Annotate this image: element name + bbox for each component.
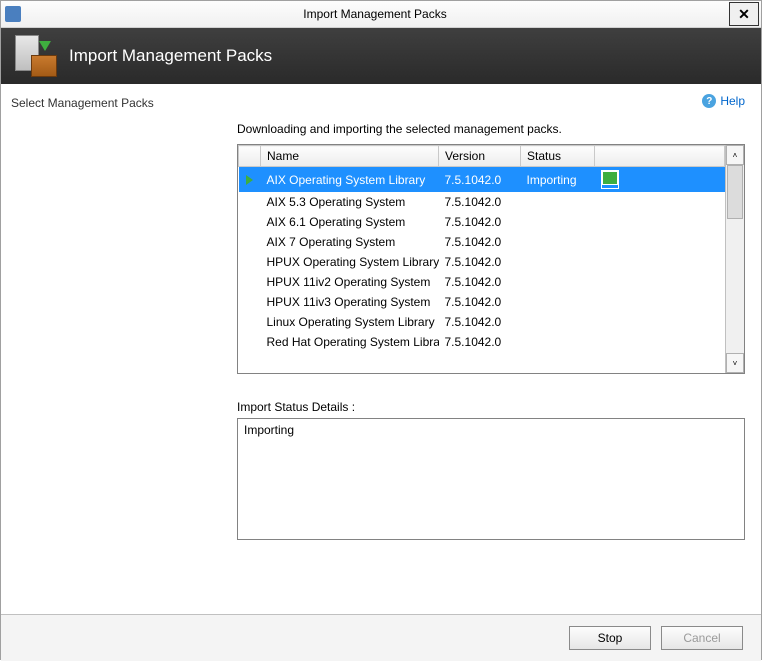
cell-progress <box>595 332 725 352</box>
row-status-icon <box>239 272 261 292</box>
cell-version: 7.5.1042.0 <box>439 292 521 312</box>
close-button[interactable]: ✕ <box>729 2 759 26</box>
table-row[interactable]: AIX 7 Operating System7.5.1042.0 <box>239 232 725 252</box>
header-title: Import Management Packs <box>69 46 272 66</box>
main-panel: ? Help Downloading and importing the sel… <box>231 84 761 614</box>
cell-status <box>521 192 595 212</box>
header-band: Import Management Packs <box>1 28 761 84</box>
cell-version: 7.5.1042.0 <box>439 332 521 352</box>
cell-name: AIX Operating System Library <box>261 167 439 193</box>
cell-status <box>521 232 595 252</box>
col-header-name[interactable]: Name <box>261 146 439 167</box>
cell-name: HPUX 11iv3 Operating System <box>261 292 439 312</box>
cell-name: AIX 7 Operating System <box>261 232 439 252</box>
table-row[interactable]: AIX 5.3 Operating System7.5.1042.0 <box>239 192 725 212</box>
dialog-window: Import Management Packs ✕ Import Managem… <box>0 0 762 660</box>
cell-progress <box>595 292 725 312</box>
dialog-footer: Stop Cancel <box>1 614 761 661</box>
cell-name: Linux Operating System Library <box>261 312 439 332</box>
help-label: Help <box>720 94 745 108</box>
cell-version: 7.5.1042.0 <box>439 252 521 272</box>
cell-progress <box>595 232 725 252</box>
play-icon <box>246 175 253 185</box>
table-header-row: Name Version Status <box>239 146 725 167</box>
sidebar-item-select-packs[interactable]: Select Management Packs <box>11 96 221 110</box>
cell-progress <box>595 192 725 212</box>
scroll-thumb[interactable] <box>727 165 743 219</box>
details-text: Importing <box>244 423 294 437</box>
cell-name: HPUX 11iv2 Operating System <box>261 272 439 292</box>
col-header-version[interactable]: Version <box>439 146 521 167</box>
cell-progress <box>595 167 725 193</box>
scroll-track[interactable] <box>726 165 744 353</box>
cell-status <box>521 212 595 232</box>
col-header-icon[interactable] <box>239 146 261 167</box>
cell-progress <box>595 252 725 272</box>
cell-progress <box>595 312 725 332</box>
close-icon: ✕ <box>738 6 750 23</box>
col-header-progress[interactable] <box>595 146 725 167</box>
cell-progress <box>595 212 725 232</box>
cell-name: HPUX Operating System Library <box>261 252 439 272</box>
cancel-button[interactable]: Cancel <box>661 626 743 650</box>
cell-name: AIX 5.3 Operating System <box>261 192 439 212</box>
titlebar: Import Management Packs ✕ <box>1 1 761 28</box>
stop-button[interactable]: Stop <box>569 626 651 650</box>
header-icon <box>15 35 57 77</box>
cell-status <box>521 292 595 312</box>
table-row[interactable]: HPUX 11iv3 Operating System7.5.1042.0 <box>239 292 725 312</box>
table-row[interactable]: AIX Operating System Library7.5.1042.0Im… <box>239 167 725 193</box>
row-status-icon <box>239 212 261 232</box>
content-area: Select Management Packs ? Help Downloadi… <box>1 84 761 614</box>
row-status-icon <box>239 232 261 252</box>
cell-version: 7.5.1042.0 <box>439 272 521 292</box>
progress-bar <box>601 170 619 189</box>
packs-table-container: Name Version Status AIX Operating System… <box>237 144 745 374</box>
cell-status <box>521 332 595 352</box>
cell-version: 7.5.1042.0 <box>439 212 521 232</box>
wizard-sidebar: Select Management Packs <box>1 84 231 614</box>
cell-version: 7.5.1042.0 <box>439 192 521 212</box>
table-row[interactable]: HPUX 11iv2 Operating System7.5.1042.0 <box>239 272 725 292</box>
progress-message: Downloading and importing the selected m… <box>237 122 745 136</box>
scroll-down-button[interactable]: ˅ <box>726 353 744 373</box>
row-status-icon <box>239 292 261 312</box>
table-row[interactable]: Red Hat Operating System Library7.5.1042… <box>239 332 725 352</box>
row-status-icon <box>239 312 261 332</box>
cell-status: Importing <box>521 167 595 193</box>
cell-status <box>521 312 595 332</box>
cell-name: Red Hat Operating System Library <box>261 332 439 352</box>
app-icon <box>5 6 21 22</box>
window-title: Import Management Packs <box>21 7 729 21</box>
cell-progress <box>595 272 725 292</box>
cell-name: AIX 6.1 Operating System <box>261 212 439 232</box>
details-textbox[interactable]: Importing <box>237 418 745 540</box>
cell-version: 7.5.1042.0 <box>439 167 521 193</box>
help-link[interactable]: ? Help <box>237 94 745 108</box>
row-status-icon <box>239 332 261 352</box>
table-row[interactable]: Linux Operating System Library7.5.1042.0 <box>239 312 725 332</box>
row-status-icon <box>239 192 261 212</box>
row-status-icon <box>239 252 261 272</box>
cell-version: 7.5.1042.0 <box>439 232 521 252</box>
table-scrollbar[interactable]: ˄ ˅ <box>725 145 744 373</box>
scroll-up-button[interactable]: ˄ <box>726 145 744 165</box>
col-header-status[interactable]: Status <box>521 146 595 167</box>
cell-version: 7.5.1042.0 <box>439 312 521 332</box>
table-row[interactable]: HPUX Operating System Library7.5.1042.0 <box>239 252 725 272</box>
details-label: Import Status Details : <box>237 400 745 414</box>
packs-table[interactable]: Name Version Status AIX Operating System… <box>238 145 725 373</box>
cell-status <box>521 272 595 292</box>
table-row[interactable]: AIX 6.1 Operating System7.5.1042.0 <box>239 212 725 232</box>
row-status-icon <box>239 167 261 193</box>
cell-status <box>521 252 595 272</box>
help-icon: ? <box>702 94 716 108</box>
